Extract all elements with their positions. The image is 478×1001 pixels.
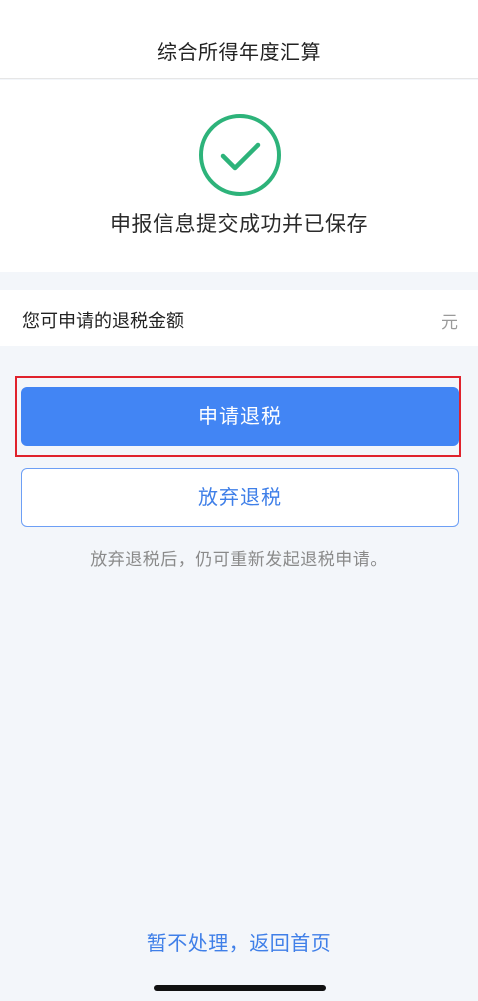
check-circle-icon — [199, 114, 281, 196]
refund-amount-row: 您可申请的退税金额 元 — [0, 290, 478, 346]
success-message: 申报信息提交成功并已保存 — [110, 212, 368, 236]
home-indicator[interactable] — [154, 985, 326, 991]
back-to-home-link[interactable]: 暂不处理，返回首页 — [0, 927, 478, 956]
apply-refund-button[interactable]: 申请退税 — [21, 387, 459, 446]
give-up-refund-button[interactable]: 放弃退税 — [21, 468, 459, 527]
page-title: 综合所得年度汇算 — [157, 40, 321, 64]
give-up-hint: 放弃退税后，仍可重新发起退税申请。 — [90, 550, 388, 570]
refund-amount-label: 您可申请的退税金额 — [22, 311, 184, 332]
refund-amount-unit: 元 — [441, 313, 458, 333]
success-panel: 申报信息提交成功并已保存 — [0, 80, 478, 272]
top-bar: 综合所得年度汇算 — [0, 0, 478, 79]
